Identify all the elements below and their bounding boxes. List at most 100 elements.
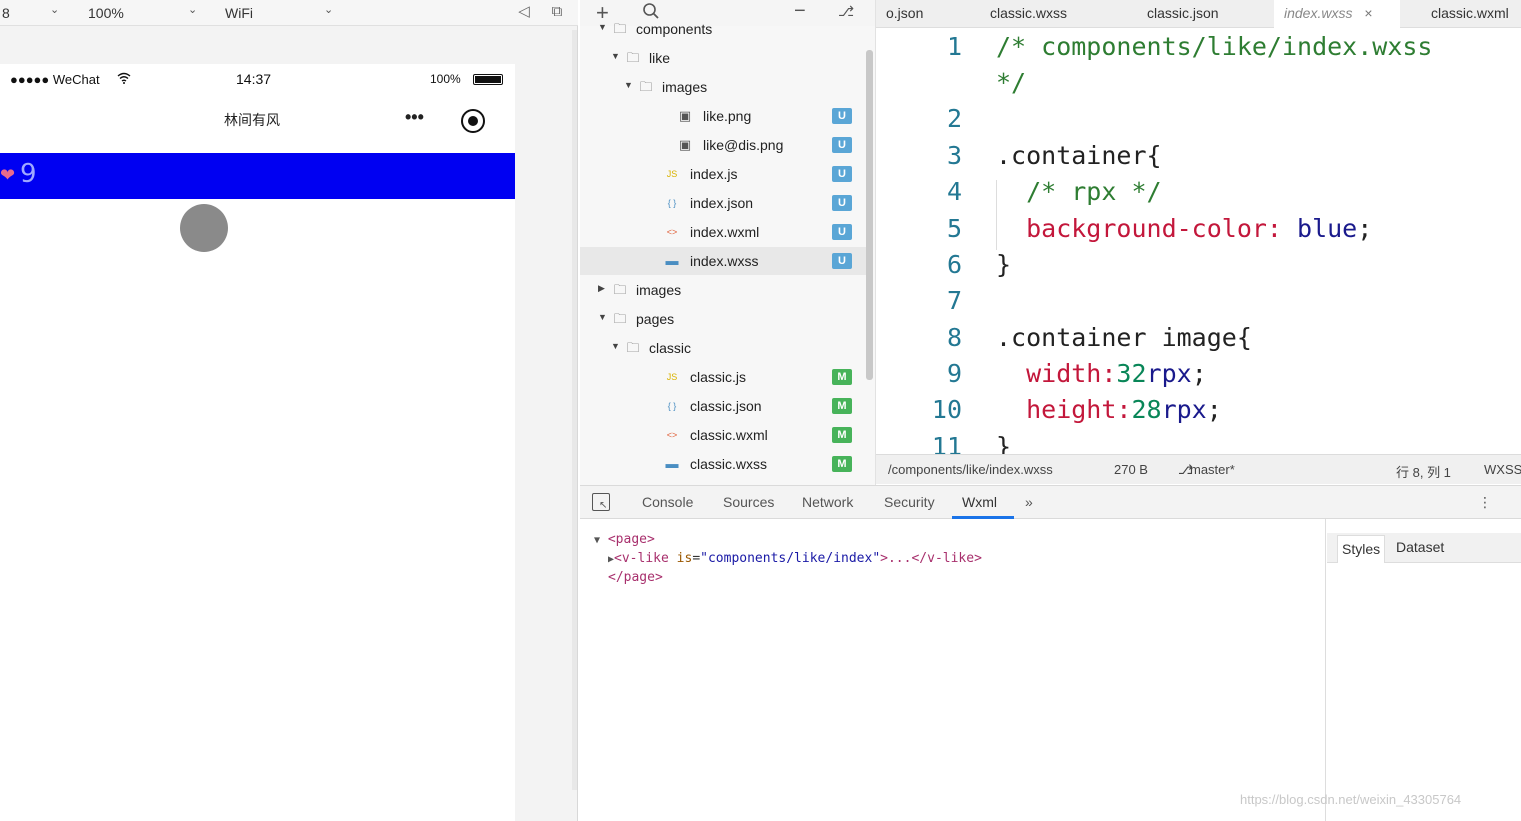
- tab-console[interactable]: Console: [642, 494, 693, 510]
- code-line[interactable]: .container{: [996, 141, 1162, 170]
- tree-item-index-wxml[interactable]: <> index.wxml U: [580, 218, 870, 246]
- chevron-down-icon[interactable]: ▼: [598, 312, 607, 322]
- tab-sources[interactable]: Sources: [723, 494, 774, 510]
- git-status-badge: M: [832, 369, 852, 385]
- code-line[interactable]: background-color: blue;: [996, 214, 1372, 243]
- wxml-file-icon: <>: [666, 430, 678, 440]
- code-line[interactable]: height:28rpx;: [996, 395, 1222, 424]
- editor-tab[interactable]: index.wxss ×: [1274, 0, 1400, 28]
- simulator-scrollbar[interactable]: [572, 30, 577, 790]
- tree-item-pages[interactable]: ▼ 🗀 pages: [580, 305, 870, 333]
- editor-tab[interactable]: classic.json: [1137, 0, 1257, 28]
- editor-tab[interactable]: classic.wxss: [980, 0, 1120, 28]
- close-icon[interactable]: ×: [1360, 5, 1372, 21]
- editor-statusbar: /components/like/index.wxss 270 B ⎇ mast…: [876, 454, 1521, 484]
- xml-node-page[interactable]: ▼ <page>: [594, 532, 655, 547]
- like-container[interactable]: ❤ 9: [0, 153, 515, 199]
- tree-item-label: index.wxss: [690, 253, 759, 269]
- tree-item-label: index.js: [690, 166, 738, 182]
- tree-item-like[interactable]: ▼ 🗀 like: [580, 44, 870, 72]
- tree-item-label: classic.js: [690, 369, 747, 385]
- tree-item-label: like: [649, 50, 671, 66]
- editor-tab[interactable]: classic.wxml: [1421, 0, 1521, 28]
- volume-icon[interactable]: ◁: [514, 2, 534, 22]
- close-capsule-icon[interactable]: [461, 109, 485, 133]
- folder-icon: 🗀: [613, 311, 627, 326]
- chevron-down-icon[interactable]: ▼: [611, 51, 620, 61]
- chevron-down-icon[interactable]: ▼: [611, 341, 620, 351]
- git-status-badge: U: [832, 195, 852, 211]
- language-mode[interactable]: WXSS: [1484, 462, 1521, 477]
- tab-security[interactable]: Security: [884, 494, 935, 510]
- wxss-file-icon: ▬: [665, 456, 679, 471]
- more-icon[interactable]: •••: [405, 107, 424, 128]
- git-status-badge: M: [832, 427, 852, 443]
- git-branch[interactable]: master*: [1190, 462, 1235, 477]
- tree-item-index-json[interactable]: { } index.json U: [580, 189, 870, 217]
- git-status-badge: U: [832, 108, 852, 124]
- network-select[interactable]: WiFi: [225, 3, 253, 23]
- device-select[interactable]: 8: [2, 3, 10, 23]
- code-line[interactable]: */: [996, 68, 1026, 97]
- code-line[interactable]: width:32rpx;: [996, 359, 1207, 388]
- code-editor[interactable]: 1 /* components/like/index.wxss */ 2 3 .conta…: [876, 28, 1521, 454]
- tree-item-components[interactable]: ▼ 🗀 components: [580, 15, 870, 43]
- code-line[interactable]: /* rpx */: [996, 177, 1161, 206]
- tree-item-label: classic.json: [690, 398, 762, 414]
- tree-item-images[interactable]: ▼ 🗀 images: [580, 73, 870, 101]
- more-tabs-icon[interactable]: »: [1025, 494, 1033, 510]
- tree-item-like-dis-png[interactable]: ▣ like@dis.png U: [580, 131, 870, 159]
- chevron-right-icon[interactable]: ▶: [598, 283, 605, 294]
- xml-node-vlike[interactable]: ▶<v-like is="components/like/index">...<…: [608, 551, 982, 566]
- folder-icon: 🗀: [626, 340, 640, 355]
- tree-item-label: images: [636, 282, 682, 298]
- tree-item-classic-wxml[interactable]: <> classic.wxml M: [580, 421, 870, 449]
- tree-item-label: classic.wxss: [690, 456, 768, 472]
- git-status-badge: M: [832, 398, 852, 414]
- tab-wxml[interactable]: Wxml: [962, 494, 997, 510]
- simulator-toolbar: 8 ⌄ 100% ⌄ WiFi ⌄ ◁ ⧉: [0, 0, 578, 26]
- zoom-select[interactable]: 100%: [88, 3, 124, 23]
- tree-item-images[interactable]: ▶ 🗀 images: [580, 276, 870, 304]
- kebab-menu-icon[interactable]: ⋮: [1478, 494, 1492, 511]
- chevron-down-icon[interactable]: ⌄: [50, 3, 59, 16]
- wxml-file-icon: <>: [666, 227, 678, 237]
- tree-item-index-js[interactable]: JS index.js U: [580, 160, 870, 188]
- code-line[interactable]: }: [996, 432, 1011, 454]
- chevron-down-icon[interactable]: ⌄: [188, 3, 197, 16]
- battery-percent: 100%: [430, 72, 461, 86]
- tab-styles[interactable]: Styles: [1337, 535, 1386, 563]
- file-tree: + − ⎇ ▼ 🗀 components ▼ 🗀 like ▼ 🗀 images ▣ like.pn…: [580, 0, 876, 485]
- tree-item-index-wxss[interactable]: ▬ index.wxss U: [580, 247, 870, 275]
- cursor-position[interactable]: 行 8, 列 1: [1396, 462, 1451, 481]
- tree-item-classic[interactable]: ▼ 🗀 classic: [580, 334, 870, 362]
- chevron-down-icon[interactable]: ▼: [624, 80, 633, 90]
- tree-item-classic-json[interactable]: { } classic.json M: [580, 392, 870, 420]
- code-line[interactable]: /* components/like/index.wxss: [996, 32, 1433, 61]
- phone-screen: ●●●●● WeChat 14:37 100% 林间有风 ••• ❤ 9: [0, 64, 515, 821]
- editor-tab[interactable]: o.json: [876, 0, 966, 28]
- like-count: 9: [20, 159, 37, 189]
- tab-network[interactable]: Network: [802, 494, 853, 510]
- tree-scrollbar[interactable]: [866, 50, 873, 380]
- phone-statusbar: ●●●●● WeChat 14:37 100%: [0, 64, 515, 94]
- tree-item-classic-wxss[interactable]: ▬ classic.wxss M: [580, 450, 870, 478]
- indent-guide: [996, 180, 997, 250]
- chevron-down-icon[interactable]: ⌄: [324, 3, 333, 16]
- inspect-icon[interactable]: ↖: [592, 493, 610, 511]
- debugger-tabs: ↖ Console Sources Network Security Wxml » ⋮: [580, 485, 1521, 519]
- tree-item-label: classic: [649, 340, 692, 356]
- line-number: 4: [946, 177, 962, 206]
- code-line[interactable]: }: [996, 250, 1011, 279]
- editor-tab-label: classic.wxss: [990, 5, 1068, 21]
- code-line[interactable]: .container image{: [996, 323, 1252, 352]
- devtools-window: 8 ⌄ 100% ⌄ WiFi ⌄ ◁ ⧉ ●●●●● WeChat 14:37…: [0, 0, 1521, 821]
- editor-tab-label: o.json: [886, 5, 924, 21]
- rotate-icon[interactable]: ⧉: [547, 2, 567, 22]
- tab-dataset[interactable]: Dataset: [1396, 539, 1444, 555]
- simulator-pane: 8 ⌄ 100% ⌄ WiFi ⌄ ◁ ⧉ ●●●●● WeChat 14:37…: [0, 0, 578, 821]
- tree-item-like-png[interactable]: ▣ like.png U: [580, 102, 870, 130]
- chevron-down-icon[interactable]: ▼: [598, 22, 607, 32]
- tree-item-classic-js[interactable]: JS classic.js M: [580, 363, 870, 391]
- line-number: 6: [946, 250, 962, 279]
